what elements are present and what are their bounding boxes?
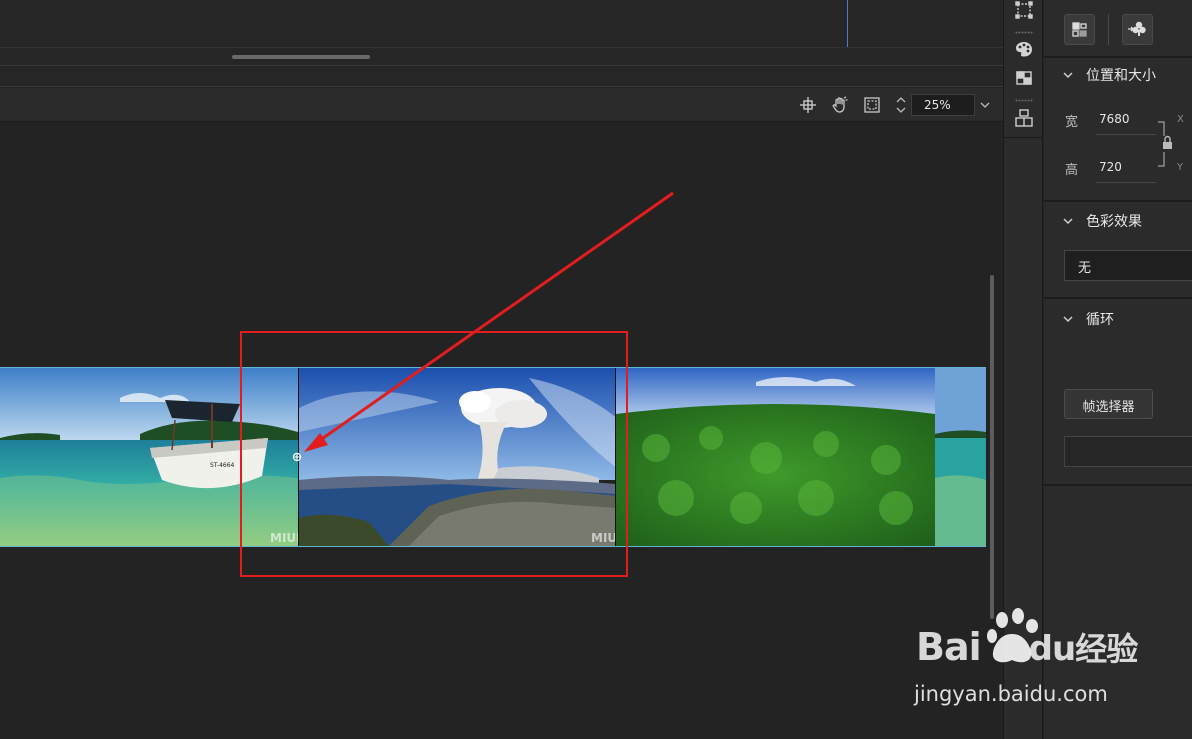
section-divider [1044, 297, 1192, 299]
grip-divider [1015, 99, 1033, 102]
vertical-scrollbar-thumb[interactable] [990, 275, 994, 619]
width-label: 宽 [1065, 115, 1079, 130]
fit-frame-icon[interactable] [863, 96, 881, 114]
lock-icon[interactable] [1156, 120, 1178, 168]
y-axis-label: Y [1177, 162, 1184, 173]
chevron-down-icon[interactable] [976, 94, 994, 116]
section-loop-header[interactable]: 循环 [1062, 309, 1114, 329]
selection-icon[interactable] [1013, 0, 1035, 22]
section-loop-title: 循环 [1086, 312, 1114, 328]
frame-forest-image[interactable] [616, 368, 935, 546]
transform-icon[interactable] [1013, 67, 1035, 89]
section-color-effect-header[interactable]: 色彩效果 [1062, 211, 1142, 231]
boat-hull-text: ST-4664 [210, 462, 235, 469]
align-button[interactable] [1064, 14, 1095, 45]
color-effect-select[interactable]: 无 [1064, 250, 1192, 281]
zoom-stepper[interactable] [893, 94, 909, 116]
frame-coast-image[interactable] [935, 368, 986, 546]
tool-icon-column [1003, 0, 1043, 739]
width-input[interactable]: 7680 [1099, 112, 1130, 126]
crosshair-icon[interactable] [799, 96, 817, 114]
hand-icon[interactable] [831, 96, 849, 114]
chevron-down-icon [1063, 218, 1073, 225]
chevron-down-icon [1063, 72, 1073, 79]
button-separator [1108, 14, 1109, 45]
playhead-line[interactable] [847, 0, 848, 47]
section-divider [1044, 200, 1192, 202]
timeline-footer [0, 67, 1003, 87]
view-toolbar: 25% [0, 88, 1003, 122]
annotation-highlight-box [240, 331, 628, 577]
stage-canvas[interactable]: ST-4664 MIUI MI [0, 123, 1003, 739]
height-input-underline [1096, 182, 1156, 183]
palette-icon[interactable] [1013, 38, 1035, 60]
frame-selector-field[interactable] [1064, 436, 1192, 467]
grip-divider [1015, 31, 1033, 34]
chevron-down-icon [1063, 316, 1073, 323]
horizontal-scrollbar-thumb[interactable] [232, 55, 370, 59]
horizontal-scrollbar[interactable] [0, 48, 1003, 66]
height-label: 高 [1065, 163, 1079, 178]
section-divider [1044, 56, 1192, 58]
section-color-effect-title: 色彩效果 [1086, 214, 1142, 230]
section-divider [1044, 484, 1192, 486]
width-input-underline [1096, 134, 1156, 135]
effects-button[interactable] [1122, 14, 1153, 45]
layers-icon[interactable] [1013, 107, 1035, 129]
zoom-input[interactable]: 25% [911, 94, 975, 116]
section-position-size-header[interactable]: 位置和大小 [1062, 65, 1156, 85]
frame-selector-button[interactable]: 帧选择器 [1064, 389, 1153, 419]
height-input[interactable]: 720 [1099, 160, 1122, 174]
timeline-strip [0, 0, 1003, 48]
x-axis-label: X [1177, 114, 1184, 125]
section-position-size-title: 位置和大小 [1086, 68, 1156, 84]
column-separator [1004, 137, 1042, 138]
